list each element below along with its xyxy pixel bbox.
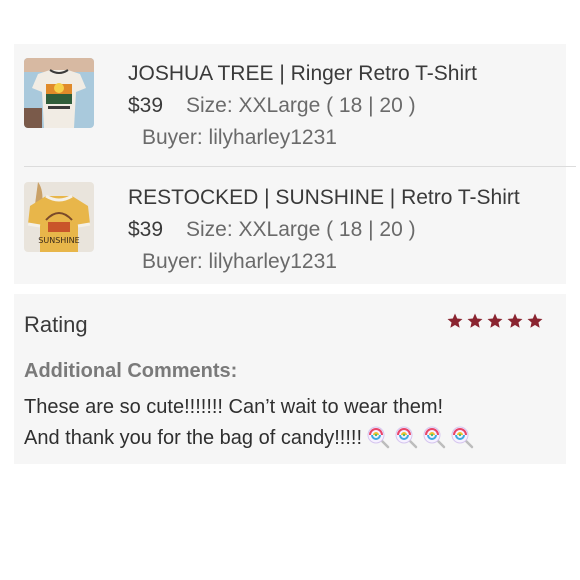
comments-text: These are so cute!!!!!!! Can’t wait to w… (24, 392, 564, 454)
item-title[interactable]: RESTOCKED | SUNSHINE | Retro T-Shirt (128, 186, 520, 210)
star-icon (507, 313, 523, 328)
comments-line: These are so cute!!!!!!! Can’t wait to w… (24, 396, 444, 418)
product-thumbnail[interactable]: SUNSHINE (24, 182, 94, 252)
purchased-items-card: JOSHUA TREE | Ringer Retro T-Shirt $39 S… (14, 44, 576, 284)
item-price: $39 (128, 94, 164, 117)
lollipop-icon (451, 426, 474, 449)
divider (24, 166, 576, 167)
list-item[interactable]: SUNSHINE RESTOCKED | SUNSHINE | Retro T-… (14, 168, 566, 288)
star-icon (467, 313, 483, 328)
item-title[interactable]: JOSHUA TREE | Ringer Retro T-Shirt (128, 62, 477, 86)
item-buyer: Buyer: lilyharley1231 (142, 250, 337, 273)
rating-label: Rating (24, 312, 88, 337)
star-rating (446, 312, 544, 330)
rating-card: Rating Additional Comments: These are so… (14, 294, 566, 464)
product-thumbnail[interactable] (24, 58, 94, 128)
lollipop-icon (367, 426, 390, 449)
item-size: Size: XXLarge ( 18 | 20 ) (186, 218, 416, 241)
thumbnail-caption: SUNSHINE (38, 236, 79, 245)
list-item[interactable]: JOSHUA TREE | Ringer Retro T-Shirt $39 S… (14, 44, 566, 164)
star-icon (487, 313, 503, 328)
emoji-group (362, 426, 474, 449)
star-icon (527, 313, 543, 328)
lollipop-icon (423, 426, 446, 449)
item-size: Size: XXLarge ( 18 | 20 ) (186, 94, 416, 117)
lollipop-icon (395, 426, 418, 449)
comments-heading: Additional Comments: (24, 360, 238, 382)
star-icon (447, 313, 463, 328)
comments-line: And thank you for the bag of candy!!!!! (24, 427, 362, 449)
item-buyer: Buyer: lilyharley1231 (142, 126, 337, 149)
item-price: $39 (128, 218, 164, 241)
comments-line-2: And thank you for the bag of candy!!!!! (24, 423, 564, 454)
